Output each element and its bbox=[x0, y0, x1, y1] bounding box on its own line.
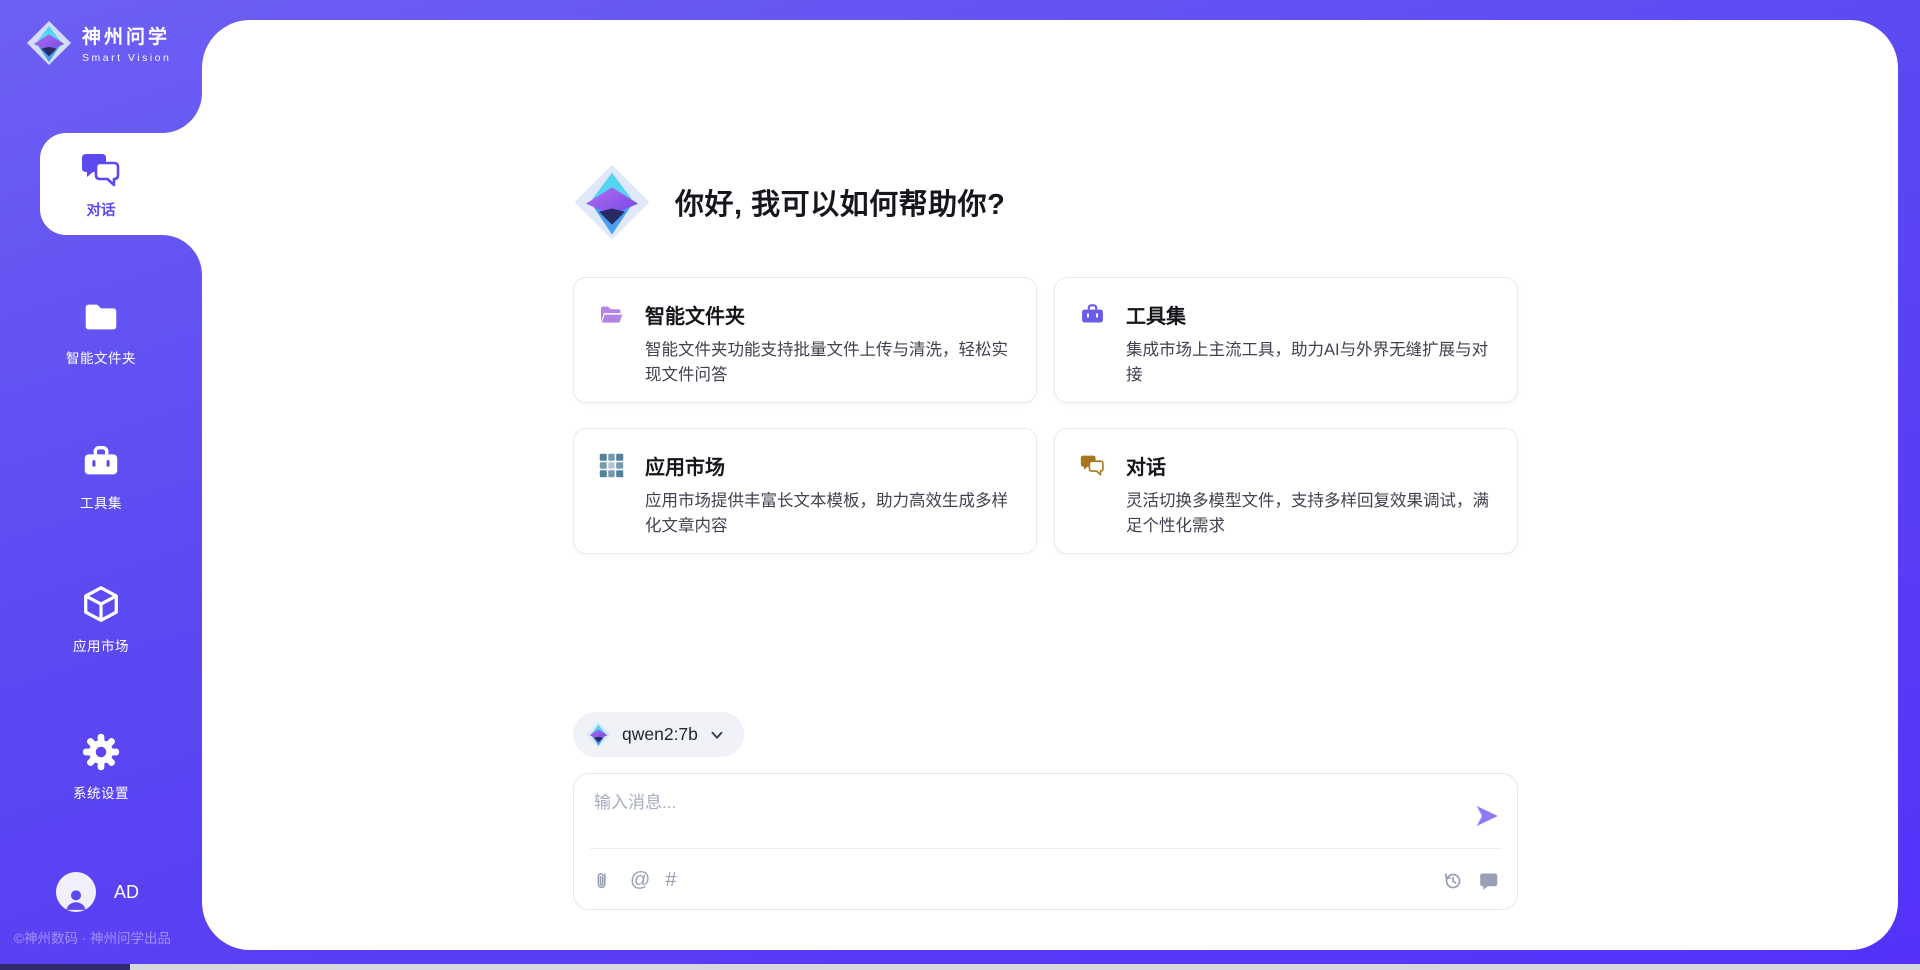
message-input[interactable] bbox=[594, 788, 1444, 844]
gear-icon bbox=[80, 731, 122, 773]
sidebar-item-label: 系统设置 bbox=[73, 782, 129, 802]
user-name: AD bbox=[114, 882, 139, 903]
composer-divider bbox=[590, 848, 1501, 849]
grid-icon bbox=[598, 452, 625, 479]
brand-text: 神州问学 Smart Vision bbox=[82, 22, 171, 64]
user-icon bbox=[63, 886, 89, 912]
card-description: 应用市场提供丰富长文本模板，助力高效生成多样化文章内容 bbox=[645, 489, 1010, 539]
send-button[interactable] bbox=[1473, 802, 1501, 830]
chevron-down-icon bbox=[708, 726, 726, 744]
sidebar-item-label: 工具集 bbox=[80, 492, 122, 512]
card-smart-folder[interactable]: 智能文件夹 智能文件夹功能支持批量文件上传与清洗，轻松实现文件问答 bbox=[573, 277, 1037, 403]
folder-open-icon bbox=[598, 301, 625, 328]
send-icon bbox=[1473, 802, 1501, 830]
briefcase-icon bbox=[1079, 301, 1106, 328]
message-composer: @ # bbox=[573, 773, 1518, 910]
user-account[interactable]: AD bbox=[56, 872, 139, 912]
greeting: 你好, 我可以如何帮助你? bbox=[573, 163, 1005, 241]
copyright-footer: ©神州数码 · 神州问学出品 bbox=[14, 927, 171, 947]
horizontal-scrollbar-thumb[interactable] bbox=[0, 964, 130, 970]
active-tab-top-fillet bbox=[162, 93, 202, 133]
model-name: qwen2:7b bbox=[622, 724, 698, 745]
card-description: 智能文件夹功能支持批量文件上传与清洗，轻松实现文件问答 bbox=[645, 338, 1010, 388]
model-logo-icon bbox=[585, 721, 612, 748]
card-description: 灵活切换多模型文件，支持多样回复效果调试，满足个性化需求 bbox=[1126, 489, 1491, 539]
briefcase-icon bbox=[80, 441, 122, 483]
avatar[interactable] bbox=[56, 872, 96, 912]
assistant-logo-icon bbox=[573, 163, 651, 241]
card-title: 应用市场 bbox=[645, 451, 725, 480]
main-panel: 你好, 我可以如何帮助你? 智能文件夹 智能文件夹功能支持批量文件上传与清洗，轻… bbox=[202, 20, 1898, 950]
card-chat[interactable]: 对话 灵活切换多模型文件，支持多样回复效果调试，满足个性化需求 bbox=[1054, 428, 1518, 554]
card-title: 对话 bbox=[1126, 451, 1166, 480]
feature-cards: 智能文件夹 智能文件夹功能支持批量文件上传与清洗，轻松实现文件问答 工具集 集成… bbox=[573, 277, 1518, 554]
sidebar-item-label: 应用市场 bbox=[73, 635, 129, 655]
card-title: 智能文件夹 bbox=[645, 300, 745, 329]
sidebar-item-label: 对话 bbox=[87, 199, 116, 220]
chat-bubbles-icon bbox=[79, 148, 123, 192]
chat-bubbles-icon bbox=[1079, 452, 1106, 479]
sidebar-item-smart-folder[interactable]: 智能文件夹 bbox=[0, 296, 202, 367]
greeting-title: 你好, 我可以如何帮助你? bbox=[675, 181, 1005, 223]
brand-title: 神州问学 bbox=[82, 22, 171, 49]
folder-icon bbox=[80, 296, 122, 338]
card-description: 集成市场上主流工具，助力AI与外界无缝扩展与对接 bbox=[1126, 338, 1491, 388]
sidebar-item-app-market[interactable]: 应用市场 bbox=[0, 584, 202, 655]
card-title: 工具集 bbox=[1126, 300, 1186, 329]
paperclip-icon[interactable] bbox=[594, 870, 615, 891]
active-tab-bottom-fillet bbox=[162, 235, 202, 275]
sidebar-item-label: 智能文件夹 bbox=[66, 347, 136, 367]
hash-icon[interactable]: # bbox=[665, 870, 676, 890]
card-toolset[interactable]: 工具集 集成市场上主流工具，助力AI与外界无缝扩展与对接 bbox=[1054, 277, 1518, 403]
brand-subtitle: Smart Vision bbox=[82, 52, 171, 64]
message-icon[interactable] bbox=[1478, 870, 1499, 891]
model-selector[interactable]: qwen2:7b bbox=[573, 712, 744, 757]
history-icon[interactable] bbox=[1442, 870, 1463, 891]
brand-logo-icon bbox=[26, 20, 72, 66]
sidebar-item-toolset[interactable]: 工具集 bbox=[0, 441, 202, 512]
card-app-market[interactable]: 应用市场 应用市场提供丰富长文本模板，助力高效生成多样化文章内容 bbox=[573, 428, 1037, 554]
cube-icon bbox=[80, 584, 122, 626]
horizontal-scrollbar bbox=[0, 964, 1920, 970]
at-mention-icon[interactable]: @ bbox=[630, 870, 650, 890]
composer-toolbar: @ # bbox=[594, 860, 1499, 900]
sidebar-item-settings[interactable]: 系统设置 bbox=[0, 731, 202, 802]
app-window: 神州问学 Smart Vision 对话 智能文件夹 工具集 应用市场 系统设置… bbox=[0, 0, 1920, 970]
sidebar-item-chat[interactable]: 对话 bbox=[40, 133, 210, 235]
brand: 神州问学 Smart Vision bbox=[26, 20, 171, 66]
